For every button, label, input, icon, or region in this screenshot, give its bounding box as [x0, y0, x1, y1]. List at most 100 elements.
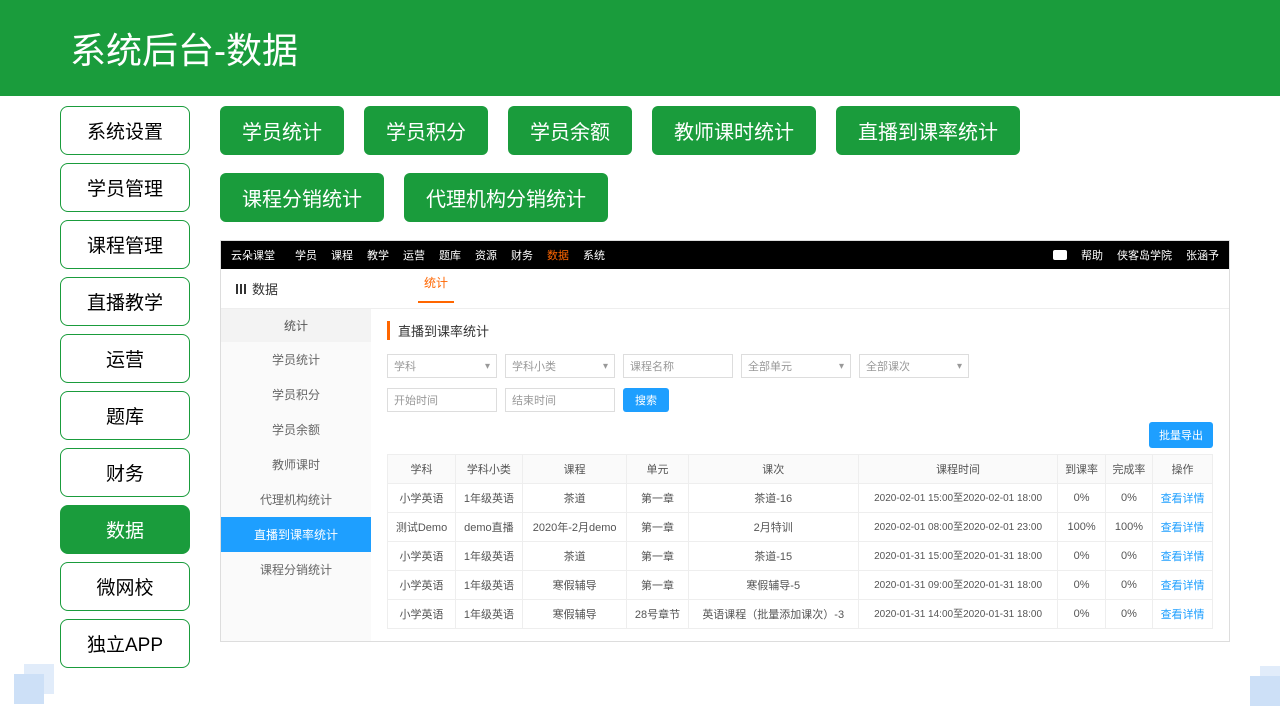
- category-pill[interactable]: 课程分销统计: [220, 173, 384, 222]
- table-cell: 小学英语: [388, 571, 456, 600]
- table-cell[interactable]: 查看详情: [1153, 571, 1213, 600]
- help-link[interactable]: 帮助: [1081, 247, 1103, 263]
- table-cell: 第一章: [627, 542, 688, 571]
- table-cell: 茶道-16: [688, 484, 858, 513]
- sidebar-item[interactable]: 直播到课率统计: [221, 517, 371, 552]
- filter-lesson[interactable]: 全部课次: [859, 354, 969, 378]
- table-header: 学科: [388, 455, 456, 484]
- left-nav-item[interactable]: 数据: [60, 505, 190, 554]
- table-cell: 2020-01-31 15:00至2020-01-31 18:00: [858, 542, 1058, 571]
- subheader-tab[interactable]: 统计: [418, 274, 454, 303]
- filter-subcategory[interactable]: 学科小类: [505, 354, 615, 378]
- category-pill[interactable]: 代理机构分销统计: [404, 173, 608, 222]
- filter-course-name[interactable]: 课程名称: [623, 354, 733, 378]
- table-cell: 0%: [1105, 542, 1152, 571]
- topbar-logo: 云朵课堂: [231, 247, 275, 263]
- table-cell: 茶道: [522, 542, 627, 571]
- table-header: 课程: [522, 455, 627, 484]
- table-row: 小学英语1年级英语寒假辅导28号章节英语课程（批量添加课次）-32020-01-…: [388, 600, 1213, 629]
- left-nav-item[interactable]: 微网校: [60, 562, 190, 611]
- pill-row-2: 课程分销统计代理机构分销统计: [220, 173, 1280, 222]
- table-cell: 0%: [1105, 571, 1152, 600]
- left-nav-item[interactable]: 财务: [60, 448, 190, 497]
- category-pill[interactable]: 教师课时统计: [652, 106, 816, 155]
- topbar-menu-item[interactable]: 财务: [511, 247, 533, 263]
- left-nav-item[interactable]: 运营: [60, 334, 190, 383]
- left-nav-item[interactable]: 系统设置: [60, 106, 190, 155]
- left-nav-item[interactable]: 独立APP: [60, 619, 190, 668]
- topbar-menu-item[interactable]: 数据: [547, 247, 569, 263]
- table-cell: 0%: [1058, 571, 1105, 600]
- table-header: 课次: [688, 455, 858, 484]
- table-cell: 英语课程（批量添加课次）-3: [688, 600, 858, 629]
- table-header: 学科小类: [456, 455, 523, 484]
- subheader: 数据 统计: [221, 269, 1229, 309]
- left-nav-item[interactable]: 直播教学: [60, 277, 190, 326]
- table-cell: 100%: [1058, 513, 1105, 542]
- table-cell: 0%: [1058, 542, 1105, 571]
- table-row: 小学英语1年级英语茶道第一章茶道-152020-01-31 15:00至2020…: [388, 542, 1213, 571]
- sidebar-item[interactable]: 学员统计: [221, 342, 371, 377]
- section-title: 直播到课率统计: [387, 321, 1213, 340]
- filter-start-time[interactable]: 开始时间: [387, 388, 497, 412]
- table-cell: 茶道: [522, 484, 627, 513]
- topbar-menu-item[interactable]: 学员: [295, 247, 317, 263]
- table-row: 小学英语1年级英语茶道第一章茶道-162020-02-01 15:00至2020…: [388, 484, 1213, 513]
- left-nav-item[interactable]: 学员管理: [60, 163, 190, 212]
- sidebar-item[interactable]: 教师课时: [221, 447, 371, 482]
- pill-row-1: 学员统计学员积分学员余额教师课时统计直播到课率统计: [220, 106, 1280, 155]
- filter-row-1: 学科 学科小类 课程名称 全部单元 全部课次: [387, 354, 1213, 378]
- category-pill[interactable]: 学员积分: [364, 106, 488, 155]
- table-cell: 2020-01-31 14:00至2020-01-31 18:00: [858, 600, 1058, 629]
- decoration: [1250, 676, 1280, 706]
- topbar-menu-item[interactable]: 资源: [475, 247, 497, 263]
- table-cell: 2020-01-31 09:00至2020-01-31 18:00: [858, 571, 1058, 600]
- table-cell: 2月特训: [688, 513, 858, 542]
- filter-subject[interactable]: 学科: [387, 354, 497, 378]
- table-cell: 小学英语: [388, 600, 456, 629]
- table-header: 单元: [627, 455, 688, 484]
- filter-unit[interactable]: 全部单元: [741, 354, 851, 378]
- topbar: 云朵课堂 学员课程教学运营题库资源财务数据系统 帮助 侠客岛学院 张涵予: [221, 241, 1229, 269]
- table-cell: 1年级英语: [456, 484, 523, 513]
- table-cell[interactable]: 查看详情: [1153, 513, 1213, 542]
- table-cell: 2020-02-01 08:00至2020-02-01 23:00: [858, 513, 1058, 542]
- topbar-menu-item[interactable]: 系统: [583, 247, 605, 263]
- sidebar-item[interactable]: 课程分销统计: [221, 552, 371, 587]
- sidebar-heading: 统计: [221, 309, 371, 342]
- sidebar-item[interactable]: 学员余额: [221, 412, 371, 447]
- table-cell[interactable]: 查看详情: [1153, 542, 1213, 571]
- sidebar-item[interactable]: 学员积分: [221, 377, 371, 412]
- table-cell: 0%: [1058, 484, 1105, 513]
- data-table: 学科学科小类课程单元课次课程时间到课率完成率操作 小学英语1年级英语茶道第一章茶…: [387, 454, 1213, 629]
- table-header: 操作: [1153, 455, 1213, 484]
- left-nav-item[interactable]: 课程管理: [60, 220, 190, 269]
- embedded-admin-panel: 云朵课堂 学员课程教学运营题库资源财务数据系统 帮助 侠客岛学院 张涵予 数据 …: [220, 240, 1230, 642]
- search-button[interactable]: 搜索: [623, 388, 669, 412]
- mail-icon[interactable]: [1053, 250, 1067, 260]
- left-nav: 系统设置学员管理课程管理直播教学运营题库财务数据微网校独立APP: [60, 106, 190, 668]
- topbar-menu-item[interactable]: 运营: [403, 247, 425, 263]
- table-row: 小学英语1年级英语寒假辅导第一章寒假辅导-52020-01-31 09:00至2…: [388, 571, 1213, 600]
- filter-end-time[interactable]: 结束时间: [505, 388, 615, 412]
- topbar-menu-item[interactable]: 题库: [439, 247, 461, 263]
- sidebar-item[interactable]: 代理机构统计: [221, 482, 371, 517]
- topbar-menu-item[interactable]: 课程: [331, 247, 353, 263]
- topbar-menu-item[interactable]: 教学: [367, 247, 389, 263]
- table-cell: 小学英语: [388, 484, 456, 513]
- table-cell: 2020-02-01 15:00至2020-02-01 18:00: [858, 484, 1058, 513]
- left-nav-item[interactable]: 题库: [60, 391, 190, 440]
- table-cell[interactable]: 查看详情: [1153, 600, 1213, 629]
- table-cell: 1年级英语: [456, 600, 523, 629]
- table-row: 测试Demodemo直播2020年-2月demo第一章2月特训2020-02-0…: [388, 513, 1213, 542]
- category-pill[interactable]: 直播到课率统计: [836, 106, 1020, 155]
- category-pill[interactable]: 学员统计: [220, 106, 344, 155]
- user-name[interactable]: 张涵予: [1186, 247, 1219, 263]
- table-header: 完成率: [1105, 455, 1152, 484]
- table-cell: 1年级英语: [456, 571, 523, 600]
- table-cell: 寒假辅导-5: [688, 571, 858, 600]
- inner-sidebar: 统计 学员统计学员积分学员余额教师课时代理机构统计直播到课率统计课程分销统计: [221, 309, 371, 641]
- category-pill[interactable]: 学员余额: [508, 106, 632, 155]
- table-cell[interactable]: 查看详情: [1153, 484, 1213, 513]
- export-button[interactable]: 批量导出: [1149, 422, 1213, 448]
